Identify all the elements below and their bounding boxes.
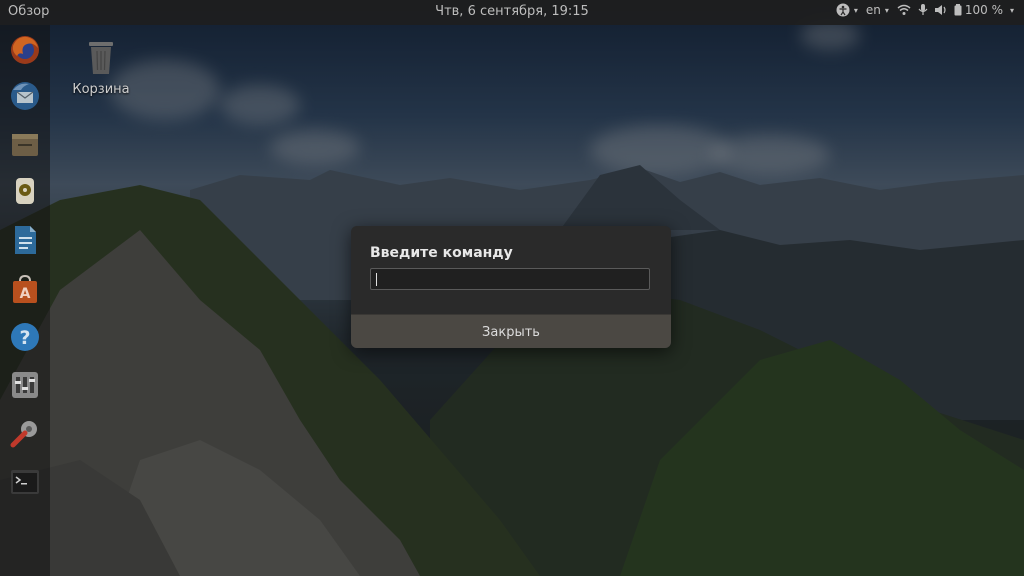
desktop-trash[interactable]: Корзина [66,38,136,97]
keyboard-layout-menu[interactable]: en ▾ [866,3,889,17]
date-time-clock[interactable]: Чтв, 6 сентября, 19:15 [435,4,589,19]
run-command-dialog: Введите команду Закрыть [351,226,671,348]
terminal-icon [11,470,39,494]
battery-icon [954,4,962,16]
files-icon [12,134,38,156]
top-bar: Обзор Чтв, 6 сентября, 19:15 ▾ en ▾ 100 … [0,0,1024,25]
close-button[interactable]: Закрыть [351,314,671,348]
microphone-icon [918,4,928,15]
accessibility-icon [836,3,850,17]
dock-item-settings[interactable] [7,367,43,403]
chevron-down-icon: ▾ [1009,5,1014,15]
rhythmbox-icon [16,178,34,204]
dock-item-files[interactable] [7,126,43,162]
volume-icon [934,5,946,15]
chevron-down-icon: ▾ [853,5,858,15]
software-updater-icon [10,421,37,448]
chevron-down-icon: ▾ [884,5,889,15]
keyboard-layout-label: en [865,3,881,17]
trash-icon [89,42,113,74]
dialog-title: Введите команду [370,245,513,261]
dock-item-terminal[interactable] [7,464,43,500]
dock-item-firefox[interactable] [7,32,43,68]
help-icon: ? [11,323,39,351]
thunderbird-icon [11,82,39,110]
command-input-frame [370,268,650,290]
system-status-menu[interactable]: 100 % ▾ [897,3,1014,17]
dock-item-thunderbird[interactable] [7,78,43,114]
svg-text:A: A [20,286,31,302]
dock-item-writer[interactable] [7,222,43,258]
settings-icon [12,372,38,398]
system-tray: ▾ en ▾ 100 % ▾ [836,3,1014,17]
battery-percent: 100 % [964,3,1003,17]
dock-item-rhythmbox[interactable] [7,173,43,209]
trash-label: Корзина [72,82,130,97]
wifi-icon [897,4,911,15]
dock-item-updater[interactable] [7,415,43,451]
firefox-icon [11,36,39,64]
dock: A ? [0,25,50,576]
dock-item-software[interactable]: A [7,271,43,307]
libreoffice-writer-icon [15,226,36,254]
accessibility-menu[interactable]: ▾ [836,3,858,17]
dock-item-help[interactable]: ? [7,319,43,355]
software-center-icon: A [13,274,37,303]
command-input[interactable] [371,269,649,289]
text-cursor [376,273,377,286]
activities-button[interactable]: Обзор [8,4,49,19]
svg-text:?: ? [19,327,30,349]
